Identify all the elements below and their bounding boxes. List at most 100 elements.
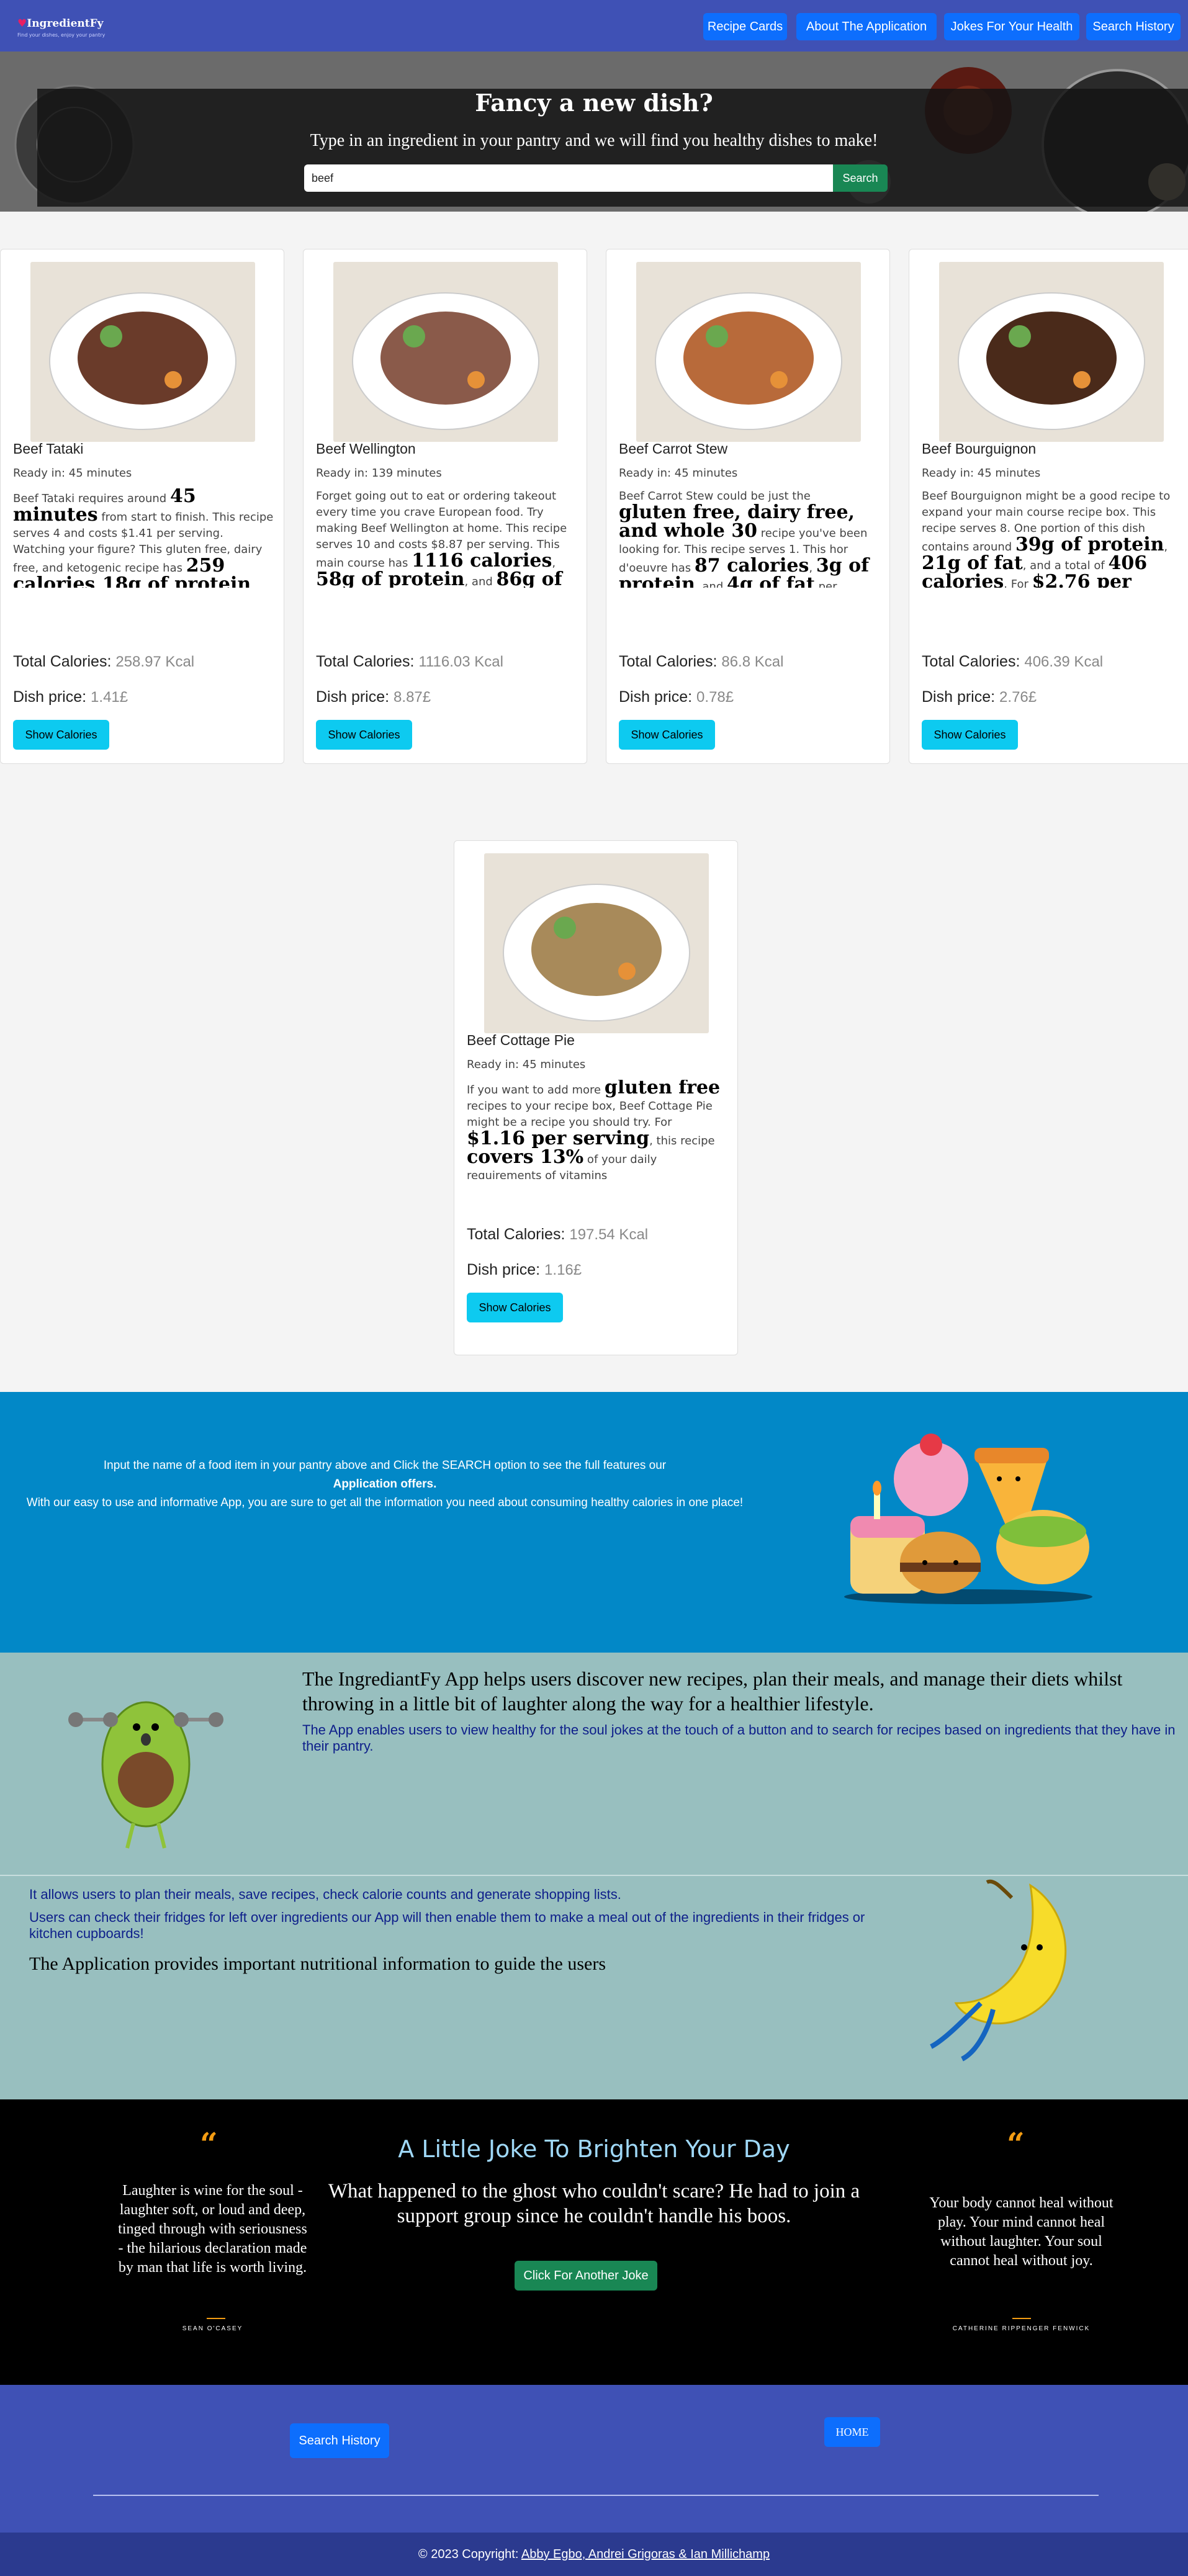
left-quote-text: Laughter is wine for the soul - laughter…: [118, 2183, 307, 2276]
nav-jokes[interactable]: Jokes For Your Health: [944, 13, 1079, 40]
recipe-card: Beef Cottage Pie Ready in: 45 minutes If…: [454, 840, 738, 1355]
price-value: 2.76£: [999, 689, 1037, 706]
show-calories-button[interactable]: Show Calories: [619, 720, 715, 750]
right-quote-icon: “: [1007, 2125, 1025, 2162]
brand-logo[interactable]: ♥IngredientFy: [17, 17, 104, 30]
recipe-card: Beef Bourguignon Ready in: 45 minutes Be…: [909, 249, 1188, 764]
recipe-title: Beef Wellington: [316, 441, 416, 457]
avocado-illustration: [68, 1701, 223, 1849]
recipe-image: [636, 262, 861, 442]
calories-label: Total Calories:: [13, 653, 112, 670]
recipe-ready-time: Ready in: 45 minutes: [467, 1058, 586, 1071]
recipe-calories: Total Calories: 406.39 Kcal: [922, 653, 1103, 671]
price-value: 0.78£: [696, 689, 734, 706]
recipe-calories: Total Calories: 86.8 Kcal: [619, 653, 783, 671]
recipe-image: [30, 262, 255, 442]
about-paragraph-5: The Application provides important nutri…: [29, 1954, 606, 1974]
recipe-price: Dish price: 1.41£: [13, 688, 128, 706]
joke-section: “ Laughter is wine for the soul - laught…: [0, 2099, 1188, 2385]
price-label: Dish price:: [316, 688, 390, 706]
about-paragraph-3: It allows users to plan their meals, sav…: [29, 1887, 621, 1902]
recipe-ready-time: Ready in: 45 minutes: [619, 467, 738, 480]
calories-value: 258.97 Kcal: [115, 653, 195, 670]
show-calories-button[interactable]: Show Calories: [316, 720, 412, 750]
recipe-calories: Total Calories: 1116.03 Kcal: [316, 653, 503, 671]
recipe-summary: Beef Bourguignon might be a good recipe …: [922, 490, 1171, 588]
right-quote-divider: [1012, 2318, 1031, 2319]
price-value: 1.16£: [544, 1262, 582, 1278]
nav-search-history[interactable]: Search History: [1086, 13, 1181, 40]
price-label: Dish price:: [619, 688, 693, 706]
show-calories-button[interactable]: Show Calories: [922, 720, 1018, 750]
footer: Search History HOME: [0, 2385, 1188, 2533]
calories-value: 86.8 Kcal: [721, 653, 784, 670]
recipe-card: Beef Wellington Ready in: 139 minutes Fo…: [303, 249, 587, 764]
recipe-image: [939, 262, 1164, 442]
price-label: Dish price:: [13, 688, 87, 706]
about-paragraph-2: The App enables users to view healthy fo…: [302, 1722, 1176, 1754]
navbar: ♥IngredientFy Find your dishes, enjoy yo…: [0, 0, 1188, 52]
show-calories-button[interactable]: Show Calories: [467, 1293, 563, 1322]
info-line-1: Input the name of a food item in your pa…: [103, 1459, 667, 1472]
recipe-card: Beef Tataki Ready in: 45 minutes Beef Ta…: [0, 249, 284, 764]
about-divider: [0, 1875, 1188, 1876]
banana-illustration: [930, 1879, 1067, 2062]
calories-label: Total Calories:: [619, 653, 718, 670]
nav-recipe-cards[interactable]: Recipe Cards: [703, 13, 787, 40]
about-paragraph-1: The IngrediantFy App helps users discove…: [302, 1667, 1123, 1715]
price-value: 1.41£: [91, 689, 128, 706]
recipe-price: Dish price: 1.16£: [467, 1261, 582, 1279]
recipe-ready-time: Ready in: 45 minutes: [922, 467, 1041, 480]
footer-home-button[interactable]: HOME: [824, 2417, 880, 2447]
brand-tagline: Find your dishes, enjoy your pantry: [17, 32, 106, 38]
price-label: Dish price:: [467, 1261, 541, 1278]
recipe-calories: Total Calories: 197.54 Kcal: [467, 1226, 648, 1244]
recipe-ready-time: Ready in: 139 minutes: [316, 467, 442, 480]
right-quote-text: Your body cannot heal without play. Your…: [929, 2195, 1114, 2269]
joke-text: What happened to the ghost who couldn't …: [328, 2180, 860, 2227]
recipe-image: [484, 853, 709, 1033]
recipe-title: Beef Carrot Stew: [619, 441, 728, 457]
recipe-calories: Total Calories: 258.97 Kcal: [13, 653, 194, 671]
food-characters-illustration: [844, 1434, 1092, 1604]
recipe-image: [333, 262, 558, 442]
price-label: Dish price:: [922, 688, 996, 706]
copyright-bar: © 2023 Copyright: Abby Egbo, Andrei Grig…: [0, 2533, 1188, 2576]
left-quote-author: SEAN O'CASEY: [182, 2325, 243, 2332]
recipe-summary: Beef Carrot Stew could be just the glute…: [619, 490, 870, 588]
about-section: The IngrediantFy App helps users discove…: [0, 1653, 1188, 2099]
calories-label: Total Calories:: [467, 1226, 565, 1243]
hero-subtitle: Type in an ingredient in your pantry and…: [310, 131, 878, 150]
price-value: 8.87£: [394, 689, 431, 706]
recipe-title: Beef Bourguignon: [922, 441, 1037, 457]
heart-icon: ♥: [17, 17, 27, 30]
right-quote-author: CATHERINE RIPPENGER FENWICK: [952, 2325, 1091, 2332]
recipe-price: Dish price: 2.76£: [922, 688, 1037, 706]
hero-banner: Fancy a new dish? Type in an ingredient …: [0, 52, 1188, 212]
info-line-3: With our easy to use and informative App…: [26, 1496, 744, 1509]
recipe-card: Beef Carrot Stew Ready in: 45 minutes Be…: [606, 249, 890, 764]
hero-title: Fancy a new dish?: [475, 89, 713, 117]
search-input[interactable]: [304, 164, 833, 192]
authors-link[interactable]: Abby Egbo, Andrei Grigoras & Ian Millich…: [521, 2547, 770, 2561]
brand-name: IngredientFy: [27, 17, 104, 30]
calories-label: Total Calories:: [922, 653, 1020, 670]
recipe-ready-time: Ready in: 45 minutes: [13, 467, 132, 480]
calories-value: 197.54 Kcal: [569, 1226, 649, 1243]
left-quote-divider: [207, 2318, 225, 2319]
calories-value: 1116.03 Kcal: [418, 653, 503, 670]
show-calories-button[interactable]: Show Calories: [13, 720, 109, 750]
search-button[interactable]: Search: [833, 164, 888, 192]
recipe-summary: Beef Tataki requires around 45 minutes f…: [13, 488, 274, 588]
recipe-price: Dish price: 8.87£: [316, 688, 431, 706]
footer-divider: [93, 2495, 1099, 2496]
recipe-price: Dish price: 0.78£: [619, 688, 734, 706]
nav-about[interactable]: About The Application: [796, 13, 937, 40]
copyright-text: © 2023 Copyright:: [418, 2547, 519, 2561]
footer-search-history-button[interactable]: Search History: [290, 2423, 389, 2458]
recipe-summary: Forget going out to eat or ordering take…: [316, 490, 567, 588]
calories-value: 406.39 Kcal: [1024, 653, 1104, 670]
about-paragraph-4: Users can check their fridges for left o…: [29, 1910, 865, 1941]
another-joke-button[interactable]: Click For Another Joke: [515, 2261, 657, 2291]
recipe-summary: If you want to add more gluten free reci…: [467, 1080, 721, 1179]
